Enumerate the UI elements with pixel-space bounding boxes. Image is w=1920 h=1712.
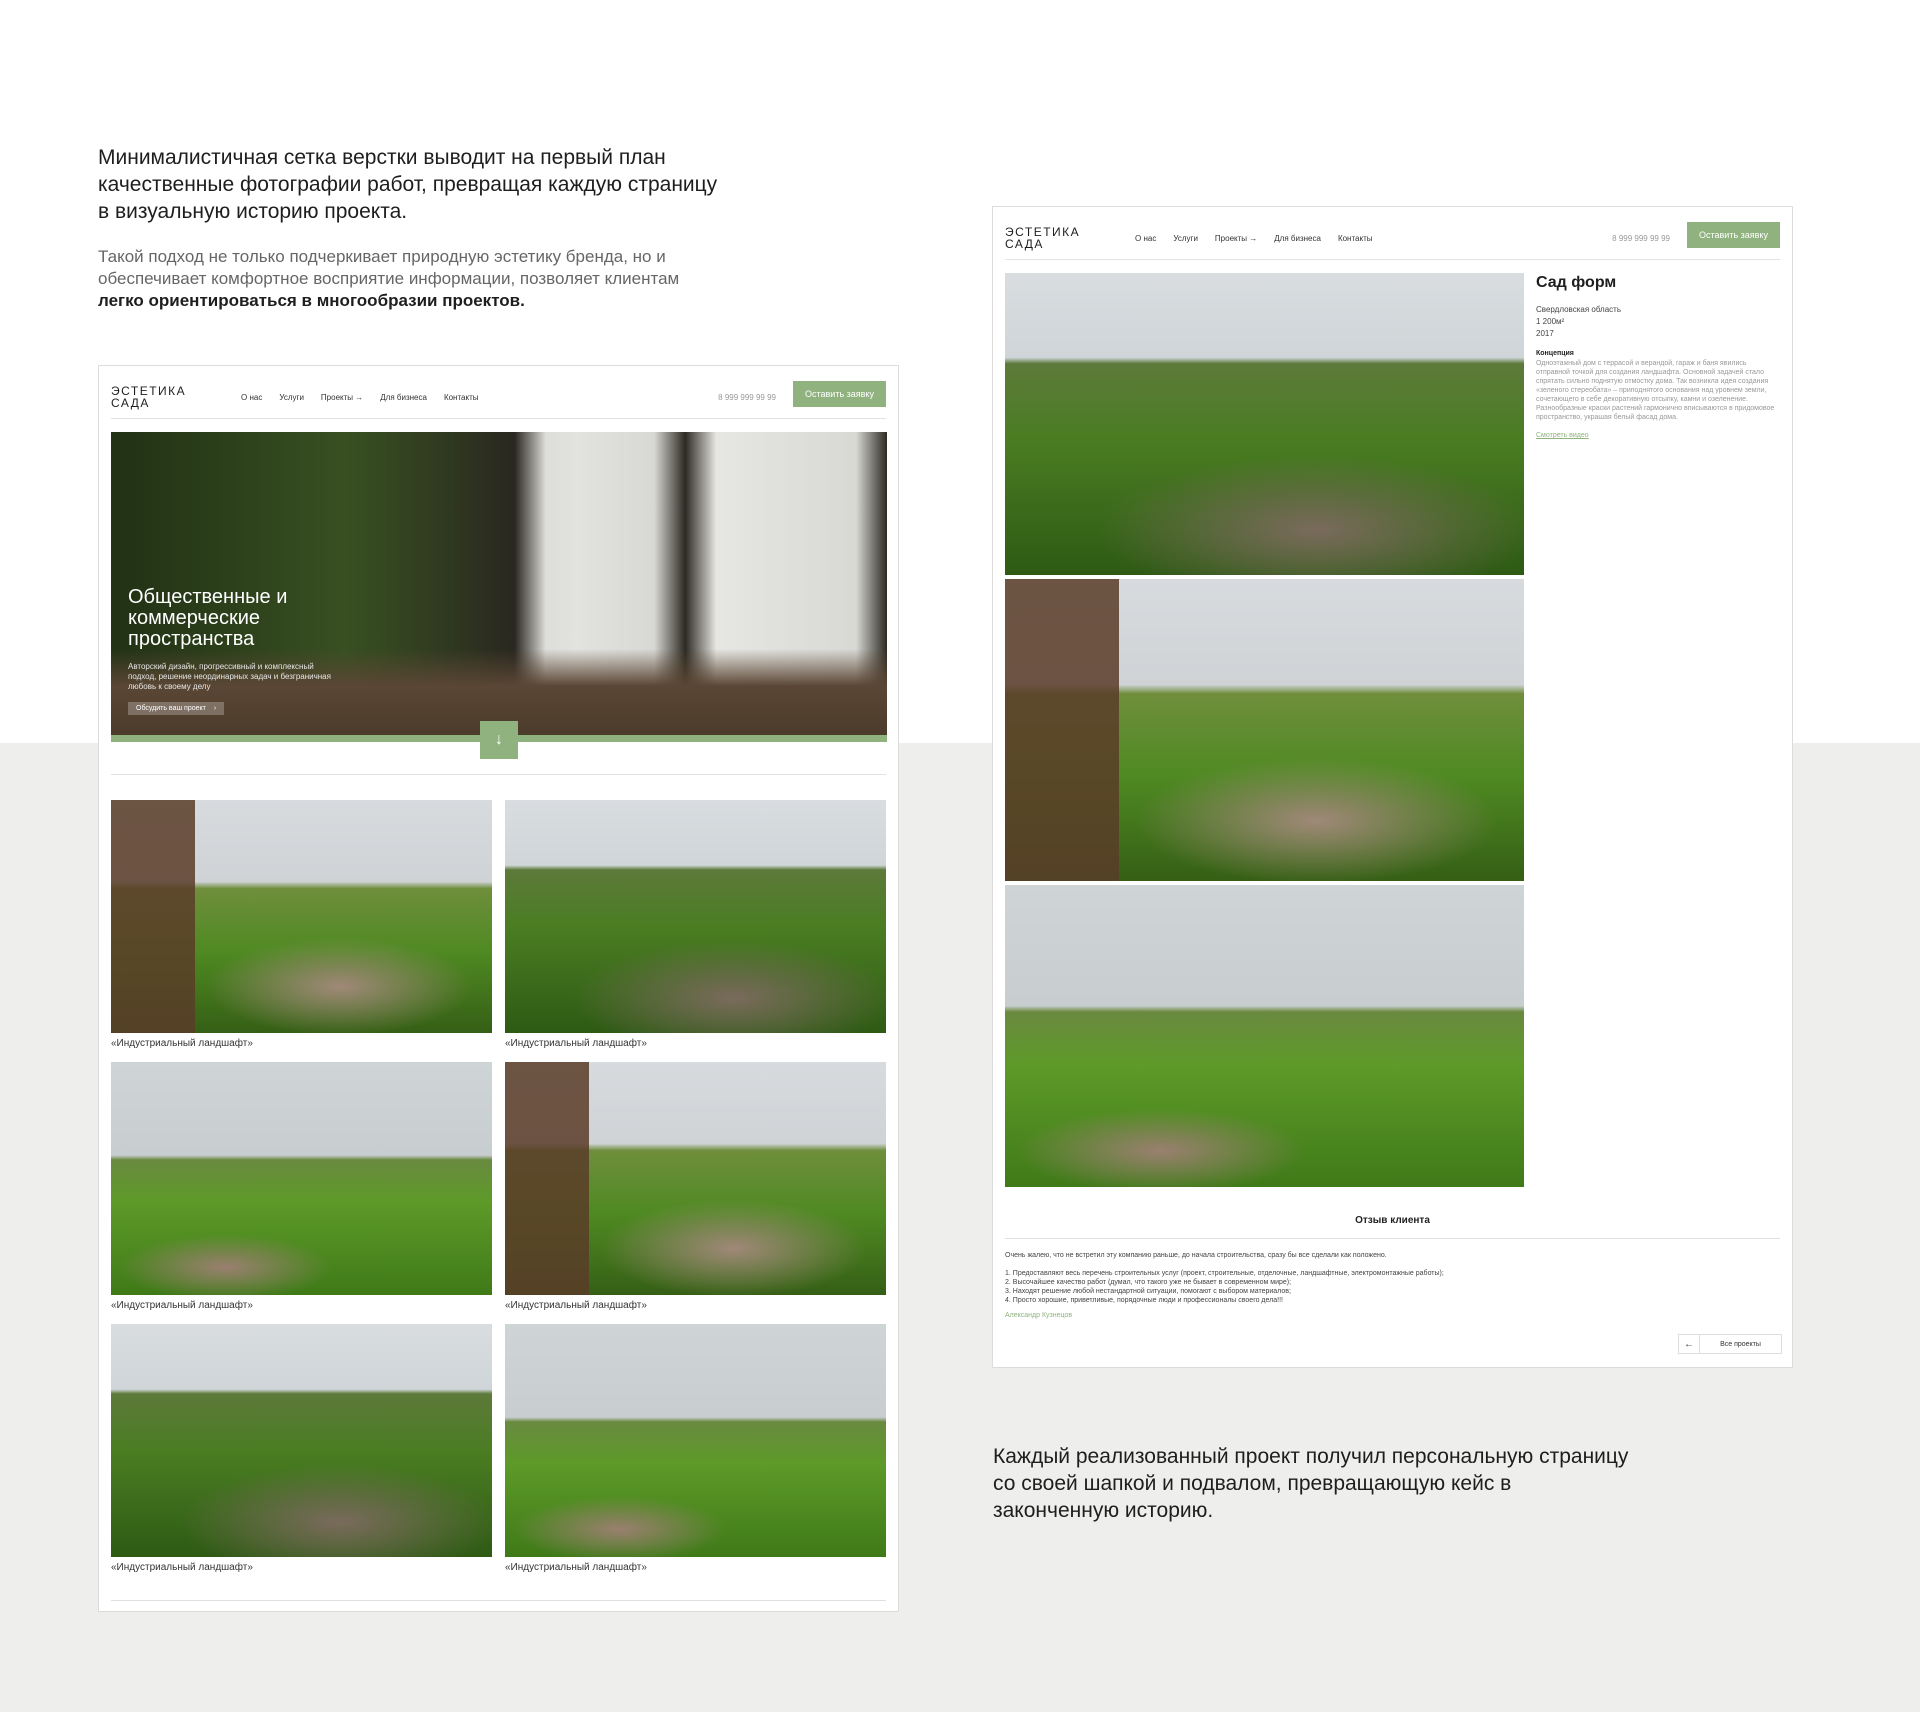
nav-item-projects[interactable]: Проекты → [1215, 234, 1257, 243]
arrow-left-icon: ← [1684, 1338, 1694, 1350]
nav-item-business[interactable]: Для бизнеса [1274, 234, 1321, 243]
gallery-caption[interactable]: «Индустриальный ландшафт» [505, 1038, 886, 1049]
project-meta: Свердловская область 1 200м² 2017 [1536, 304, 1621, 340]
nav-item-about[interactable]: О нас [1135, 234, 1156, 243]
back-button[interactable]: ← [1678, 1334, 1700, 1354]
intro-sub-bold: легко ориентироваться в многообразии про… [98, 291, 525, 310]
review-point: 3. Находят решение любой нестандартной с… [1005, 1288, 1291, 1295]
nav-item-projects[interactable]: Проекты → [321, 393, 363, 402]
hero-description: Авторский дизайн, прогрессивный и компле… [128, 662, 331, 691]
gallery-tile[interactable]: «Индустриальный ландшафт» [111, 1324, 492, 1573]
gallery-tile[interactable]: «Индустриальный ландшафт» [505, 1062, 886, 1311]
request-button[interactable]: Оставить заявку [1687, 222, 1780, 248]
site-nav: О нас Услуги Проекты → Для бизнеса Конта… [241, 393, 479, 402]
gallery-caption[interactable]: «Индустриальный ландшафт» [111, 1038, 492, 1049]
gallery-photo[interactable] [111, 1062, 492, 1295]
gallery-caption[interactable]: «Индустриальный ландшафт» [505, 1562, 886, 1573]
project-page-mockup: ЭСТЕТИКА САДА О нас Услуги Проекты → Для… [992, 206, 1793, 1368]
project-title: Сад форм [1536, 274, 1617, 291]
gallery-caption[interactable]: «Индустриальный ландшафт» [111, 1562, 492, 1573]
logo-line-2: САДА [1005, 237, 1044, 251]
gallery-photo[interactable] [505, 800, 886, 1033]
review-text: Очень жалею, что не встретил эту компани… [1005, 1251, 1775, 1305]
gallery-photo[interactable] [111, 1324, 492, 1557]
review-author: Александр Кузнецов [1005, 1312, 1073, 1319]
gallery-tile[interactable]: «Индустриальный ландшафт» [111, 800, 492, 1049]
concept-heading: Концепция [1536, 350, 1574, 357]
site-nav: О нас Услуги Проекты → Для бизнеса Конта… [1135, 234, 1373, 243]
review-point: 2. Высочайшее качество работ (думал, что… [1005, 1279, 1292, 1286]
gallery-tile[interactable]: «Индустриальный ландшафт» [505, 800, 886, 1049]
discuss-project-button[interactable]: Обсудить ваш проект › [128, 702, 225, 715]
concept-text: Одноэтажный дом с террасой и верандой, г… [1536, 360, 1775, 421]
nav-item-contacts[interactable]: Контакты [1338, 234, 1373, 243]
gallery-caption[interactable]: «Индустриальный ландшафт» [111, 1300, 492, 1311]
site-logo[interactable]: ЭСТЕТИКА САДА [1005, 226, 1080, 250]
gallery-photo[interactable] [505, 1324, 886, 1557]
site-header: ЭСТЕТИКА САДА О нас Услуги Проекты → Для… [1005, 219, 1780, 260]
hero-text-block: Общественные и коммерческие пространства… [128, 587, 348, 715]
outro-text: Каждый реализованный проект получил перс… [993, 1445, 1629, 1522]
footer-divider [111, 1600, 886, 1601]
gallery-photo[interactable] [505, 1062, 886, 1295]
project-photo [1005, 885, 1524, 1187]
site-header: ЭСТЕТИКА САДА О нас Услуги Проекты → Для… [111, 378, 886, 419]
hero-title: Общественные и коммерческие пространства [128, 586, 288, 650]
project-region: Свердловская область [1536, 305, 1621, 314]
project-photo [1005, 273, 1524, 575]
watch-video-link[interactable]: Смотреть видео [1536, 432, 1589, 439]
phone-number[interactable]: 8 999 999 99 99 [1612, 234, 1670, 243]
site-logo[interactable]: ЭСТЕТИКА САДА [111, 385, 186, 409]
intro-lead-text: Минималистичная сетка верстки выводит на… [98, 146, 718, 223]
nav-item-services[interactable]: Услуги [279, 393, 304, 402]
arrow-down-icon: ↓ [495, 731, 503, 748]
section-divider [111, 774, 886, 775]
nav-item-business[interactable]: Для бизнеса [380, 393, 427, 402]
discuss-project-label: Обсудить ваш проект [136, 705, 206, 712]
nav-item-contacts[interactable]: Контакты [444, 393, 479, 402]
gallery-tile[interactable]: «Индустриальный ландшафт» [505, 1324, 886, 1573]
request-button[interactable]: Оставить заявку [793, 381, 886, 407]
intro-sub-prefix: Такой подход не только подчеркивает прир… [98, 247, 680, 288]
project-year: 2017 [1536, 329, 1554, 338]
intro-sub-text: Такой подход не только подчеркивает прир… [98, 246, 718, 312]
arrow-right-icon: › [213, 705, 217, 712]
review-divider [1005, 1238, 1780, 1239]
logo-line-2: САДА [111, 396, 150, 410]
review-intro: Очень жалею, что не встретил эту компани… [1005, 1252, 1387, 1259]
project-photo [1005, 579, 1524, 881]
phone-number[interactable]: 8 999 999 99 99 [718, 393, 776, 402]
review-point: 4. Просто хорошие, приветливые, порядочн… [1005, 1297, 1283, 1304]
hero-banner: Общественные и коммерческие пространства… [111, 432, 887, 742]
gallery-photo[interactable] [111, 800, 492, 1033]
review-title: Отзыв клиента [1355, 1215, 1430, 1226]
gallery-tile[interactable]: «Индустриальный ландшафт» [111, 1062, 492, 1311]
gallery-page-mockup: ЭСТЕТИКА САДА О нас Услуги Проекты → Для… [98, 365, 899, 1612]
all-projects-button[interactable]: Все проекты [1699, 1334, 1782, 1354]
scroll-down-button[interactable]: ↓ [480, 721, 518, 759]
project-area: 1 200м² [1536, 317, 1565, 326]
nav-item-about[interactable]: О нас [241, 393, 262, 402]
review-point: 1. Предоставляют весь перечень строитель… [1005, 1270, 1444, 1277]
gallery-caption[interactable]: «Индустриальный ландшафт» [505, 1300, 886, 1311]
nav-item-services[interactable]: Услуги [1173, 234, 1198, 243]
